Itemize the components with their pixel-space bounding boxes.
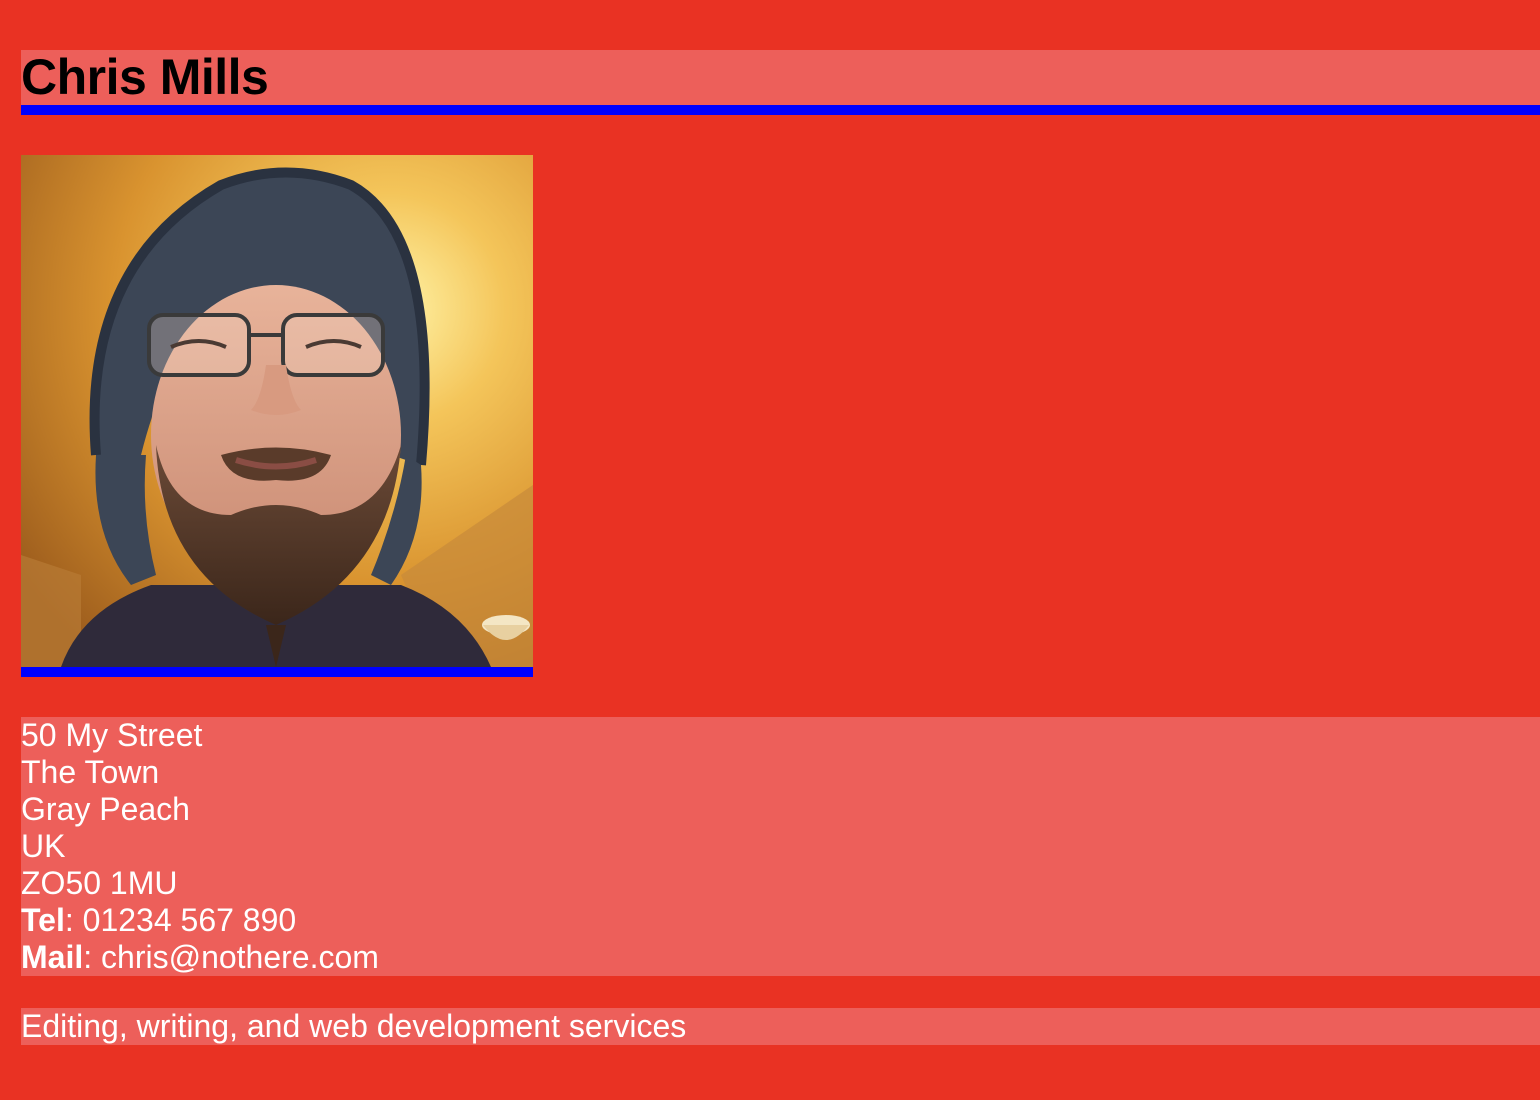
address-county: Gray Peach	[21, 791, 190, 827]
mail-address: chris@nothere.com	[101, 939, 379, 975]
portrait-photo-image	[21, 155, 533, 667]
contact-address: 50 My Street The Town Gray Peach UK ZO50…	[21, 717, 1540, 976]
telephone-number: 01234 567 890	[82, 902, 297, 938]
mail-label: Mail	[21, 939, 84, 975]
address-street: 50 My Street	[21, 717, 203, 753]
mail-separator: :	[83, 939, 102, 975]
telephone-row: Tel: 01234 567 890	[21, 902, 1540, 939]
profile-photo	[21, 155, 533, 677]
tagline: Editing, writing, and web development se…	[21, 1008, 1540, 1045]
header: Chris Mills	[21, 50, 1540, 115]
telephone-label: Tel	[21, 902, 65, 938]
page-title: Chris Mills	[21, 49, 269, 105]
address-town: The Town	[21, 754, 160, 790]
address-country: UK	[21, 828, 66, 864]
mail-row: Mail: chris@nothere.com	[21, 939, 1540, 976]
address-postcode: ZO50 1MU	[21, 865, 178, 901]
telephone-separator: :	[64, 902, 83, 938]
